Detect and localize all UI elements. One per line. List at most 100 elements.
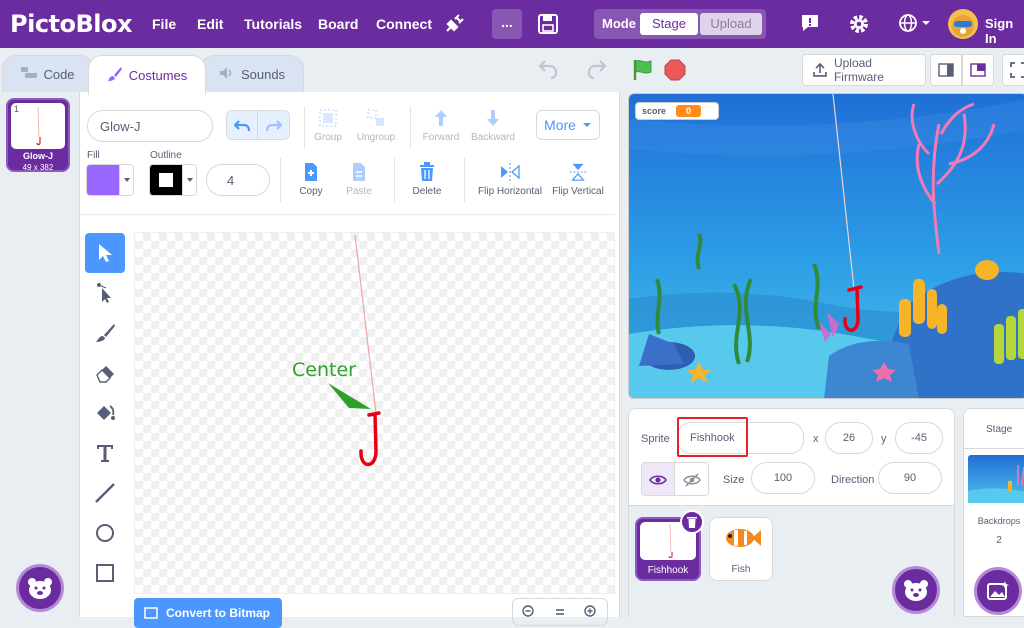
fishing-line-path [354,234,377,414]
tab-costumes-label: Costumes [128,68,188,83]
sprite-item-name: Fish [731,564,751,575]
tab-sounds[interactable]: Sounds [200,55,304,93]
stop-icon[interactable] [663,58,687,87]
choose-costume-bear-button[interactable] [16,564,64,612]
menu-file[interactable]: File [152,16,176,32]
undo-arrow-icon[interactable] [537,58,559,85]
hide-sprite-button[interactable] [675,463,708,495]
convert-to-bitmap-button[interactable]: Convert to Bitmap [134,598,282,628]
bitmap-icon [144,607,158,619]
outline-color-picker[interactable] [149,164,197,196]
circle-tool[interactable] [85,513,125,553]
undo-button[interactable] [227,111,259,139]
tab-code[interactable]: Code [2,55,94,93]
fullscreen-button[interactable] [1002,54,1024,86]
fill-color-picker[interactable] [86,164,134,196]
flip-horizontal-label: Flip Horizontal [478,186,542,197]
score-value: 0 [676,105,702,117]
stage-selector-panel[interactable]: Stage Backdrops 2 [963,408,1024,617]
gear-icon[interactable] [848,13,870,40]
tab-sounds-label: Sounds [240,67,286,82]
backward-label: Backward [471,132,515,143]
brush-tool[interactable] [85,313,125,353]
y-position-input[interactable]: -45 [895,422,943,454]
group-icon [319,109,337,127]
sign-in-link[interactable]: Sign In [985,16,1024,46]
convert-to-bitmap-label: Convert to Bitmap [166,606,271,620]
more-menu-button[interactable]: ... [492,9,522,39]
flip-vertical-button[interactable]: Flip Vertical [550,162,606,197]
feedback-icon[interactable] [800,13,820,38]
visibility-toggle [641,462,709,496]
rectangle-icon [96,564,114,582]
upload-firmware-button[interactable]: Upload Firmware [802,54,926,86]
x-position-input[interactable]: 26 [825,422,873,454]
pictoblox-logo[interactable]: PictoBlox [10,10,133,38]
mode-label: Mode [602,16,636,31]
costume-item[interactable]: 1 Glow-J 49 x 382 [6,98,70,172]
direction-input[interactable]: 90 [878,462,942,494]
costume-name-input[interactable]: Glow-J [87,110,213,142]
large-stage-button[interactable] [962,54,994,86]
show-sprite-button[interactable] [642,463,676,495]
drawing-canvas[interactable]: Center [134,232,615,594]
outline-width-input[interactable]: 4 [206,164,270,196]
save-icon[interactable] [537,13,559,40]
sprite-info-panel: Sprite Fishhook x 26 y -45 Size 100 Dire… [628,408,955,618]
line-tool[interactable] [85,473,125,513]
small-stage-button[interactable] [930,54,962,86]
backdrops-label: Backdrops [977,516,1021,526]
costume-size: 49 x 382 [22,163,54,172]
y-label: y [881,433,887,445]
tab-costumes[interactable]: Costumes [88,55,206,95]
sprite-item[interactable]: Fish [709,517,773,581]
connect-plug-icon[interactable] [443,13,465,40]
eraser-tool[interactable] [85,353,125,393]
reshape-tool[interactable] [85,273,125,313]
delete-button[interactable]: Delete [406,162,448,197]
sprite-item-name: Fishhook [647,565,689,576]
language-globe-icon[interactable] [898,13,931,33]
rectangle-tool[interactable] [85,553,125,593]
paste-button[interactable]: Paste [338,162,380,197]
green-flag-icon[interactable] [631,58,655,87]
more-options-button[interactable]: More [536,110,600,140]
choose-sprite-bear-button[interactable] [892,566,940,614]
direction-label: Direction [831,474,875,486]
size-label: Size [723,474,745,486]
flip-horizontal-icon [501,163,520,181]
redo-arrow-icon[interactable] [586,58,608,85]
score-label: score [642,106,667,116]
fullscreen-icon [1010,62,1024,78]
upload-icon [813,62,827,77]
eye-slash-icon [682,473,701,487]
more-options-label: More [544,117,576,133]
forward-label: Forward [422,132,460,143]
menu-edit[interactable]: Edit [197,16,223,32]
select-tool[interactable] [85,233,125,273]
menu-connect[interactable]: Connect [376,16,432,32]
menu-tutorials[interactable]: Tutorials [244,16,302,32]
choose-backdrop-button[interactable] [974,567,1022,615]
zoom-reset-icon[interactable] [554,607,566,617]
group-button[interactable]: Group [308,108,348,143]
flip-horizontal-button[interactable]: Flip Horizontal [472,162,548,197]
text-tool[interactable] [85,433,125,473]
avatar[interactable] [948,9,978,39]
ungroup-button[interactable]: Ungroup [352,108,400,143]
stage-mode-button[interactable]: Stage [640,13,698,35]
redo-button[interactable] [258,111,289,139]
upload-mode-button[interactable]: Upload [700,13,762,35]
delete-sprite-button[interactable] [680,510,704,534]
redo-icon [265,120,282,132]
sprite-name-input[interactable]: Fishhook [677,422,804,454]
copy-label: Copy [299,186,323,197]
copy-button[interactable]: Copy [290,162,332,197]
backward-button[interactable]: Backward [468,108,518,143]
menu-board[interactable]: Board [318,16,358,32]
size-input[interactable]: 100 [751,462,815,494]
stage-header: Upload Firmware [538,48,1024,93]
stage-canvas[interactable]: score 0 [628,93,1024,399]
fill-tool[interactable] [85,393,125,433]
forward-button[interactable]: Forward [418,108,464,143]
